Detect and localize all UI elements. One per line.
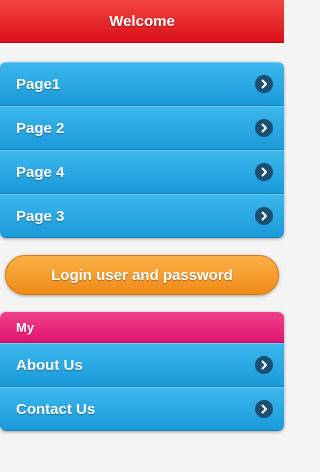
chevron-right-icon (255, 356, 273, 374)
list-item-page-4[interactable]: Page 4 (0, 150, 284, 194)
chevron-right-icon (255, 75, 273, 93)
list-item-page-3[interactable]: Page 3 (0, 194, 284, 238)
chevron-right-icon (255, 119, 273, 137)
login-button-label: Login user and password (51, 266, 233, 284)
page-title: Welcome (109, 12, 175, 30)
list-item-label: Contact Us (16, 400, 96, 418)
main-nav-list: Page1 Page 2 Page 4 Page 3 (0, 62, 284, 238)
divider-label: My (16, 319, 35, 335)
list-item-label: About Us (16, 356, 83, 374)
list-item-label: Page1 (16, 75, 61, 93)
chevron-right-icon (255, 207, 273, 225)
login-button[interactable]: Login user and password (5, 255, 279, 295)
chevron-right-icon (255, 163, 273, 181)
list-item-label: Page 4 (16, 163, 65, 181)
list-item-contact-us[interactable]: Contact Us (0, 387, 284, 431)
chevron-right-icon (255, 400, 273, 418)
header-bar: Welcome (0, 0, 284, 43)
secondary-nav-list: My About Us Contact Us (0, 312, 284, 431)
list-item-page1[interactable]: Page1 (0, 62, 284, 106)
list-divider-my: My (0, 312, 284, 343)
list-item-page-2[interactable]: Page 2 (0, 106, 284, 150)
list-item-label: Page 2 (16, 119, 65, 137)
list-item-about-us[interactable]: About Us (0, 343, 284, 387)
list-item-label: Page 3 (16, 207, 65, 225)
